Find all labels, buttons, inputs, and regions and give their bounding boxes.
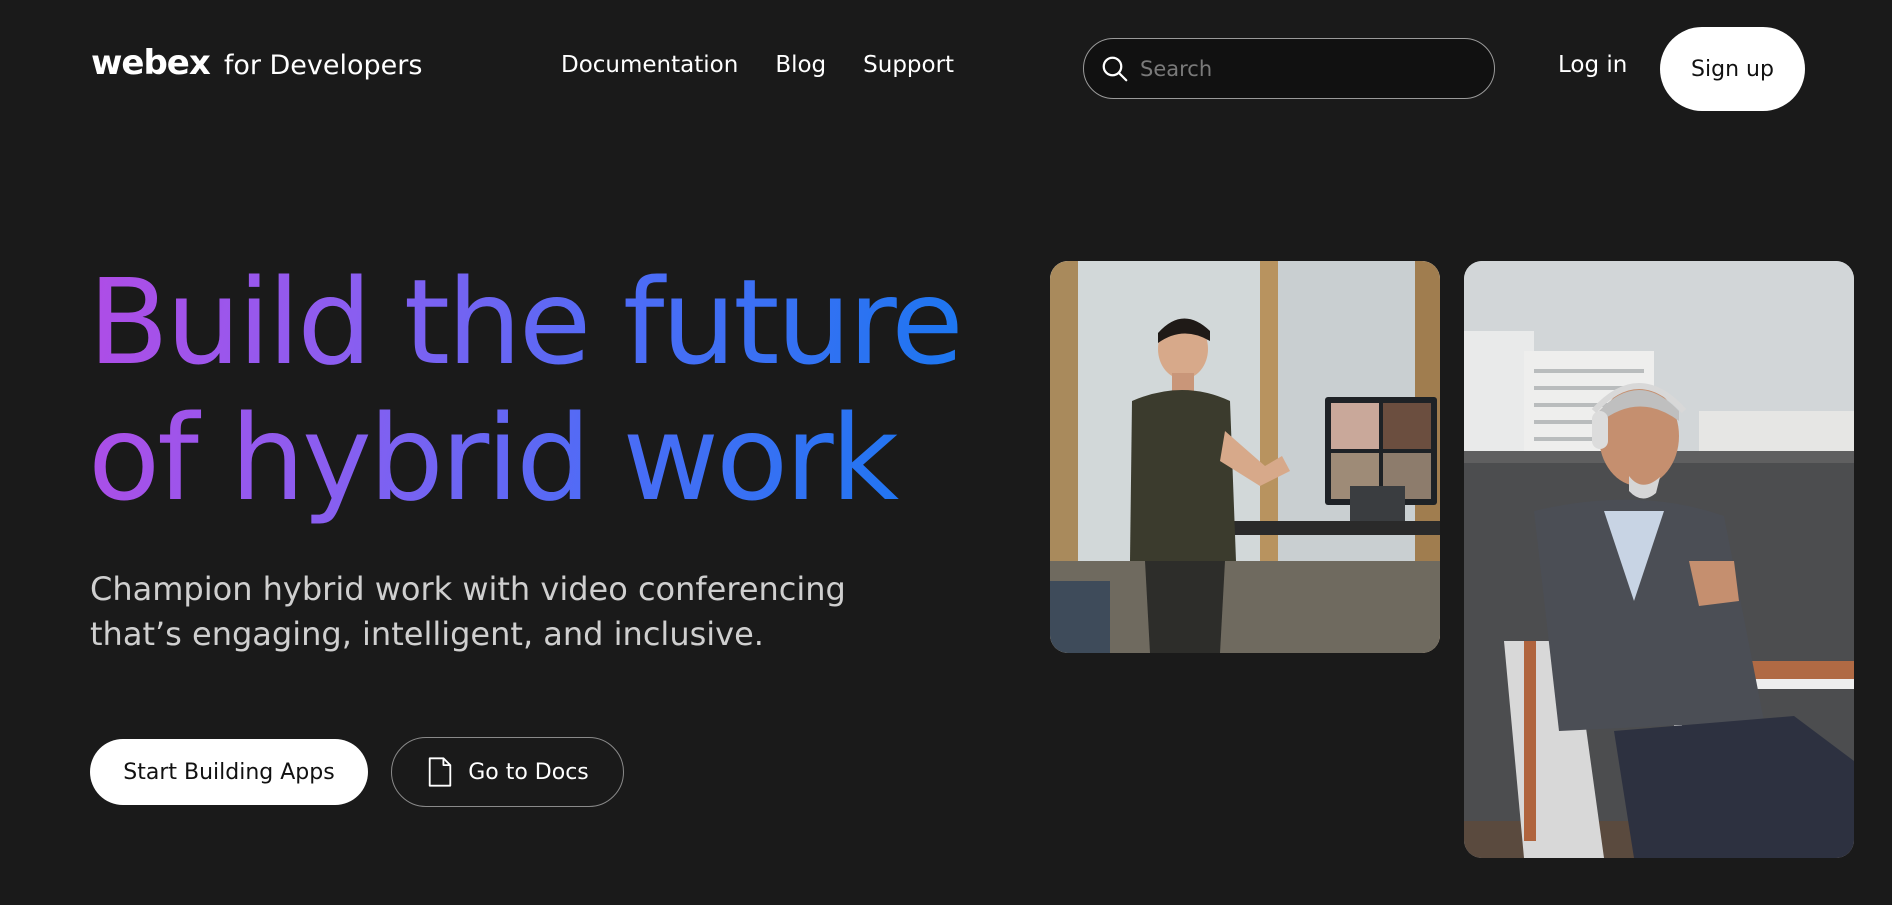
hero-subtext: Champion hybrid work with video conferen… [90, 567, 910, 657]
hero-headline: Build the future of hybrid work [88, 254, 961, 526]
search-icon [1102, 56, 1128, 81]
site-header: webex for Developers Documentation Blog … [0, 0, 1892, 135]
logo-wordmark: webex [91, 43, 211, 83]
search-box[interactable] [1083, 38, 1495, 99]
subtext-line-2: that’s engaging, intelligent, and inclus… [90, 615, 764, 653]
nav-link-documentation[interactable]: Documentation [561, 52, 738, 78]
start-building-apps-button[interactable]: Start Building Apps [90, 739, 368, 805]
nav-link-support[interactable]: Support [863, 52, 954, 78]
search-input[interactable] [1140, 56, 1480, 81]
signup-button[interactable]: Sign up [1660, 27, 1805, 111]
subtext-line-1: Champion hybrid work with video conferen… [90, 570, 846, 608]
webex-logo[interactable]: webex for Developers [91, 43, 422, 83]
nav-link-blog[interactable]: Blog [775, 52, 826, 78]
logo-subtitle: for Developers [223, 50, 423, 81]
headline-line-2: of hybrid work [88, 389, 897, 527]
login-link[interactable]: Log in [1558, 52, 1627, 78]
go-to-docs-button[interactable]: Go to Docs [391, 737, 624, 807]
go-to-docs-label: Go to Docs [468, 759, 589, 785]
document-icon [429, 757, 452, 787]
headline-line-1: Build the future [88, 253, 961, 391]
main-nav: Documentation Blog Support [561, 52, 954, 78]
hero-photo-headphones [1464, 261, 1854, 858]
hero-photo-video-call [1050, 261, 1440, 653]
